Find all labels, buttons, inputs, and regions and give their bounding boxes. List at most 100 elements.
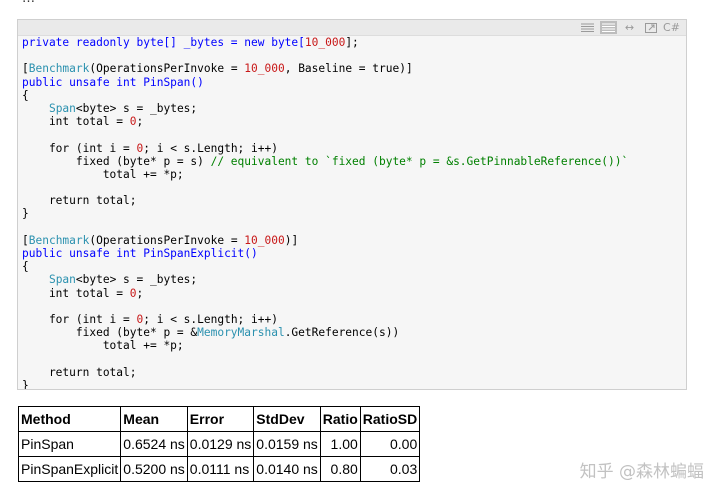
code-token: fixed (byte* p = &: [22, 326, 198, 340]
code-token: {: [22, 88, 29, 102]
code-token: Span: [48, 101, 76, 115]
code-token: Span: [48, 273, 76, 287]
code-block: ↔ C# private readonly byte[] _bytes = ne…: [17, 19, 687, 390]
benchmark-table: Method Mean Error StdDev Ratio RatioSD P…: [17, 406, 421, 482]
cell-ratio: 1.00: [319, 431, 361, 457]
code-token: , Baseline = true)]: [284, 62, 413, 76]
code-token: int total =: [22, 115, 130, 129]
code-token: 0: [129, 115, 137, 129]
header-mean: Mean: [120, 406, 188, 432]
code-token: .GetReference(s)): [284, 326, 400, 340]
code-line: private readonly byte[] _bytes = new byt…: [22, 36, 682, 49]
code-token: (OperationsPerInvoke =: [89, 233, 245, 247]
cell-error: 0.0129 ns: [186, 431, 255, 457]
code-line: total += *p;: [22, 168, 682, 181]
watermark: 知乎 @森林蝙蝠: [579, 462, 704, 482]
header-ratiosd: RatioSD: [359, 406, 421, 432]
cell-method: PinSpanExplicit: [17, 456, 122, 482]
cell-ratiosd: 0.00: [359, 431, 421, 457]
cell-stddev: 0.0140 ns: [253, 456, 321, 482]
code-token: // equivalent to `fixed (byte* p = &s.Ge…: [210, 154, 629, 168]
code-token: total += *p;: [22, 167, 184, 181]
code-token: <byte> s = _bytes;: [75, 101, 198, 115]
code-token: ; i < s.Length; i++): [143, 141, 278, 155]
code-token: <byte> s = _bytes;: [75, 273, 198, 287]
code-line: for (int i = 0; i < s.Length; i++): [22, 142, 682, 155]
cell-mean: 0.5200 ns: [120, 456, 188, 482]
code-token: }: [22, 207, 29, 221]
view-source-icon[interactable]: [579, 21, 596, 34]
header-stddev: StdDev: [253, 406, 321, 432]
table-row: PinSpanExplicit 0.5200 ns 0.0111 ns 0.01…: [17, 456, 421, 482]
code-token: 10_000: [304, 36, 346, 49]
code-line: for (int i = 0; i < s.Length; i++): [22, 313, 682, 326]
code-toolbar: ↔ C#: [18, 20, 686, 36]
code-token: for (int i =: [22, 312, 137, 326]
code-line: Span<byte> s = _bytes;: [22, 273, 682, 286]
header-ratio: Ratio: [319, 406, 361, 432]
code-lines: private readonly byte[] _bytes = new byt…: [22, 36, 682, 390]
table-row: PinSpan 0.6524 ns 0.0129 ns 0.0159 ns 1.…: [17, 431, 421, 457]
cell-mean: 0.6524 ns: [120, 431, 188, 457]
code-line: Span<byte> s = _bytes;: [22, 102, 682, 115]
code-token: ;: [136, 286, 144, 300]
code-line: fixed (byte* p = s) // equivalent to `fi…: [22, 155, 682, 168]
code-token: total += *p;: [22, 339, 184, 353]
code-token: ; i < s.Length; i++): [143, 312, 278, 326]
top-text-fragment: …: [22, 0, 52, 6]
code-line: return total;: [22, 366, 682, 379]
code-line: {: [22, 89, 682, 102]
code-token: {: [22, 260, 29, 274]
code-token: return total;: [22, 365, 137, 379]
code-line: [Benchmark(OperationsPerInvoke = 10_000)…: [22, 234, 682, 247]
code-token: 10_000: [244, 62, 285, 76]
code-token: [: [22, 62, 29, 76]
language-icon[interactable]: C#: [663, 21, 680, 34]
code-line: }: [22, 378, 682, 390]
cell-method: PinSpan: [17, 431, 122, 457]
copy-icon[interactable]: [600, 21, 617, 34]
code-token: public unsafe int PinSpanExplicit(): [22, 247, 258, 260]
code-line: public unsafe int PinSpanExplicit(): [22, 247, 682, 260]
cell-error: 0.0111 ns: [186, 456, 255, 482]
code-line: public unsafe int PinSpan(): [22, 76, 682, 89]
code-token: )]: [284, 233, 299, 247]
header-method: Method: [17, 406, 122, 432]
code-token: }: [22, 378, 29, 390]
code-line: {: [22, 260, 682, 273]
cell-ratio: 0.80: [319, 456, 361, 482]
code-line: total += *p;: [22, 339, 682, 352]
code-token: fixed (byte* p = s): [22, 154, 211, 168]
code-line: int total = 0;: [22, 287, 682, 300]
code-token: for (int i =: [22, 141, 137, 155]
code-token: ];: [345, 36, 359, 49]
code-line: [Benchmark(OperationsPerInvoke = 10_000,…: [22, 62, 682, 75]
code-token: Benchmark: [28, 233, 90, 247]
code-token: MemoryMarshal: [197, 326, 285, 340]
cell-stddev: 0.0159 ns: [253, 431, 321, 457]
code-token: public unsafe int PinSpan(): [22, 75, 204, 89]
code-token: 10_000: [244, 233, 285, 247]
code-line: fixed (byte* p = &MemoryMarshal.GetRefer…: [22, 326, 682, 339]
code-token: ;: [136, 115, 144, 129]
popup-icon[interactable]: [642, 21, 659, 34]
code-token: return total;: [22, 194, 137, 208]
table-header-row: Method Mean Error StdDev Ratio RatioSD: [17, 406, 421, 432]
code-line: return total;: [22, 194, 682, 207]
code-token: [: [22, 233, 29, 247]
code-line: }: [22, 207, 682, 220]
code-line: int total = 0;: [22, 115, 682, 128]
code-token: private readonly byte[] _bytes = new byt…: [22, 36, 305, 49]
code-token: 0: [129, 286, 137, 300]
expand-icon[interactable]: ↔: [621, 21, 638, 34]
header-error: Error: [186, 406, 255, 432]
cell-ratiosd: 0.03: [359, 456, 421, 482]
